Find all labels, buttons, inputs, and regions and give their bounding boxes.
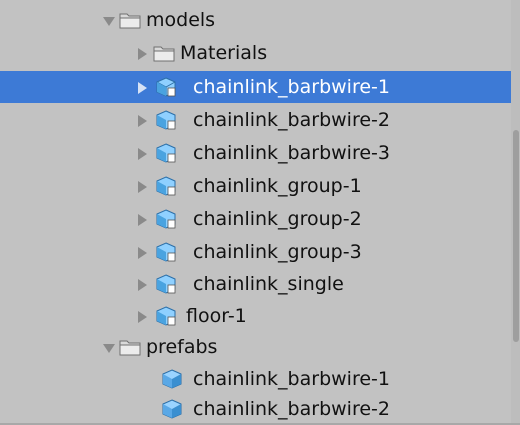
- model-icon: [156, 209, 176, 229]
- tree-item-label: prefabs: [146, 336, 218, 358]
- expand-arrow-icon[interactable]: [138, 148, 147, 160]
- tree-item-model[interactable]: chainlink_group-1: [0, 170, 511, 202]
- tree-item-label: chainlink_group-2: [193, 208, 362, 230]
- tree-item-label: Materials: [180, 42, 268, 64]
- expand-arrow-icon[interactable]: [103, 17, 115, 26]
- expand-arrow-icon[interactable]: [103, 344, 115, 353]
- tree-item-label: floor-1: [186, 305, 247, 327]
- tree-item-label: chainlink_group-3: [193, 241, 362, 263]
- expand-arrow-icon[interactable]: [138, 311, 147, 323]
- prefab-icon: [162, 369, 182, 389]
- expand-arrow-icon[interactable]: [138, 82, 147, 94]
- tree-item-model[interactable]: chainlink_group-2: [0, 203, 511, 235]
- model-icon: [156, 77, 176, 97]
- expand-arrow-icon[interactable]: [138, 181, 147, 193]
- tree-item-label: chainlink_barbwire-2: [193, 398, 390, 420]
- tree-item-label: chainlink_single: [193, 273, 344, 295]
- model-icon: [156, 274, 176, 294]
- tree-item-models-folder[interactable]: models: [0, 4, 511, 36]
- project-tree-panel: models Materials chainlink_barbwire-1 ch…: [0, 0, 511, 425]
- expand-arrow-icon[interactable]: [138, 115, 147, 127]
- model-icon: [156, 110, 176, 130]
- model-icon: [156, 306, 176, 326]
- tree-item-model[interactable]: chainlink_barbwire-1: [0, 71, 511, 103]
- prefab-icon: [162, 399, 182, 419]
- scrollbar-thumb[interactable]: [513, 130, 519, 342]
- model-icon: [156, 143, 176, 163]
- tree-item-label: chainlink_barbwire-2: [193, 109, 390, 131]
- folder-icon: [119, 13, 141, 29]
- tree-item-label: chainlink_group-1: [193, 175, 362, 197]
- tree-item-label: models: [146, 9, 216, 31]
- expand-arrow-icon[interactable]: [138, 48, 147, 60]
- tree-item-label: chainlink_barbwire-1: [193, 76, 390, 98]
- tree-item-model[interactable]: chainlink_barbwire-3: [0, 137, 511, 169]
- tree-item-prefab[interactable]: chainlink_barbwire-1: [0, 363, 511, 395]
- tree-item-prefabs-folder[interactable]: prefabs: [0, 331, 511, 363]
- tree-item-model[interactable]: floor-1: [0, 300, 511, 332]
- folder-icon: [119, 340, 141, 356]
- expand-arrow-icon[interactable]: [138, 214, 147, 226]
- tree-item-materials-folder[interactable]: Materials: [0, 37, 511, 69]
- tree-item-model[interactable]: chainlink_group-3: [0, 236, 511, 268]
- tree-item-prefab[interactable]: chainlink_barbwire-2: [0, 393, 511, 425]
- tree-item-label: chainlink_barbwire-1: [193, 368, 390, 390]
- folder-icon: [153, 46, 175, 62]
- model-icon: [156, 242, 176, 262]
- expand-arrow-icon[interactable]: [138, 279, 147, 291]
- tree-item-model[interactable]: chainlink_single: [0, 268, 511, 300]
- tree-item-label: chainlink_barbwire-3: [193, 142, 390, 164]
- tree-item-model[interactable]: chainlink_barbwire-2: [0, 104, 511, 136]
- expand-arrow-icon[interactable]: [138, 247, 147, 259]
- model-icon: [156, 176, 176, 196]
